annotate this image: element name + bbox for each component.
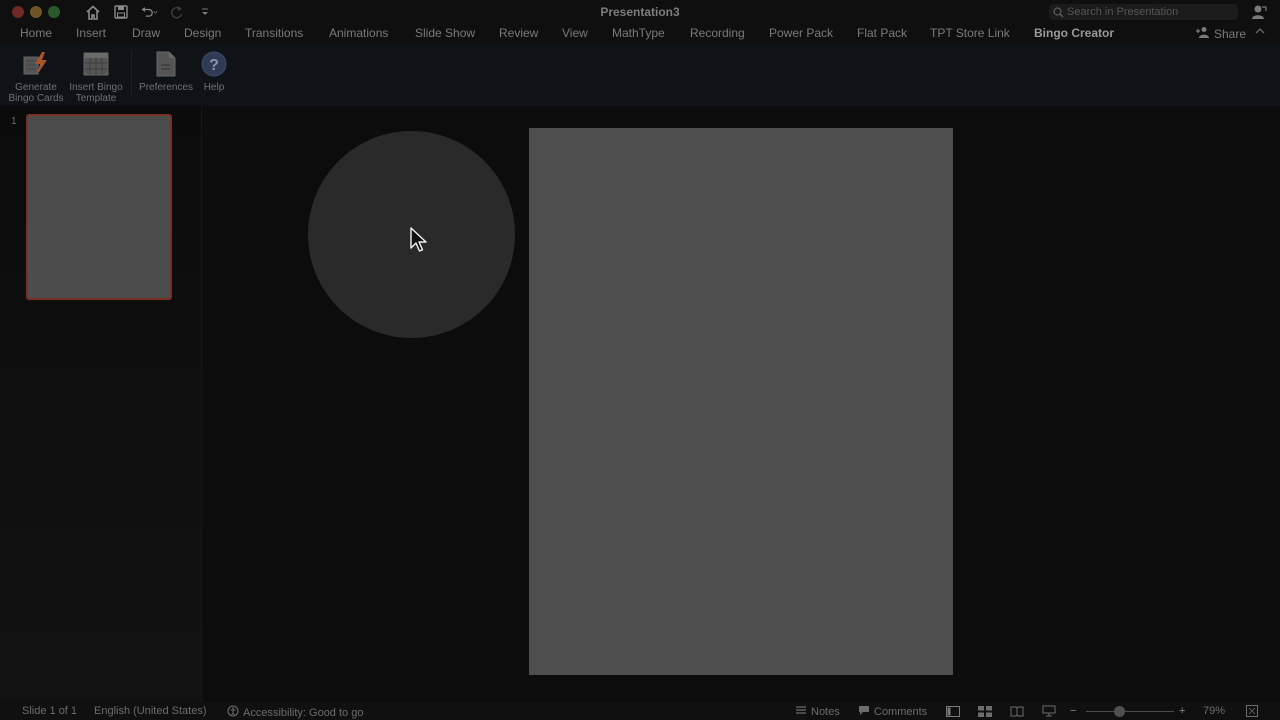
zoom-out-button[interactable]: − [1070, 705, 1076, 717]
tab-home[interactable]: Home [20, 26, 52, 40]
tab-animations[interactable]: Animations [329, 26, 388, 40]
tab-bingo-creator[interactable]: Bingo Creator [1034, 26, 1114, 40]
search-icon [1049, 6, 1067, 18]
notes-label: Notes [811, 705, 840, 718]
share-label: Share [1214, 26, 1247, 41]
tab-flat-pack[interactable]: Flat Pack [857, 26, 907, 40]
tab-design[interactable]: Design [184, 26, 221, 40]
slide-sorter-icon[interactable] [977, 704, 993, 718]
svg-text:?: ? [209, 57, 219, 74]
tab-recording[interactable]: Recording [690, 26, 745, 40]
ribbon-tabs: Home Insert Draw Design Transitions Anim… [0, 24, 1280, 44]
zoom-in-button[interactable]: + [1179, 705, 1185, 717]
comments-label: Comments [874, 706, 928, 718]
reading-view-icon[interactable] [1009, 704, 1025, 718]
ribbon-bingo-creator: Generate Bingo Cards Insert Bingo Templa… [0, 44, 1280, 106]
slide-count: Slide 1 of 1 [22, 705, 78, 717]
document-settings-icon [152, 50, 180, 78]
lightning-cards-icon [22, 50, 50, 78]
help-button[interactable]: ? Help [198, 50, 230, 93]
add-person-icon [1195, 26, 1210, 41]
search-box[interactable] [1049, 4, 1238, 20]
help-icon: ? [200, 50, 228, 78]
preferences-button[interactable]: Preferences [138, 50, 194, 93]
zoom-percent[interactable]: 79% [1203, 705, 1225, 717]
tab-transitions[interactable]: Transitions [245, 26, 303, 40]
generate-bingo-cards-label: Generate Bingo Cards [8, 82, 64, 104]
normal-view-icon[interactable] [945, 704, 961, 718]
tab-view[interactable]: View [562, 26, 588, 40]
tab-mathtype[interactable]: MathType [612, 26, 665, 40]
accessibility-checker[interactable]: Accessibility: Good to go [227, 705, 363, 720]
account-icon[interactable] [1250, 3, 1268, 21]
language-indicator[interactable]: English (United States) [94, 705, 207, 717]
share-button[interactable]: Share [1195, 26, 1246, 41]
powerpoint-window: Presentation3 Home Insert Draw Design Tr… [0, 0, 1280, 720]
slide-show-icon[interactable] [1041, 704, 1057, 718]
insert-bingo-template-label: Insert Bingo Template [69, 82, 123, 104]
accessibility-status: Accessibility: Good to go [243, 706, 364, 719]
insert-bingo-template-button[interactable]: Insert Bingo Template [67, 50, 125, 104]
comments-button[interactable]: Comments [858, 705, 927, 719]
zoom-slider[interactable] [1086, 711, 1174, 712]
slide-canvas[interactable] [529, 128, 953, 675]
tab-power-pack[interactable]: Power Pack [769, 26, 833, 40]
comment-icon [858, 705, 870, 719]
zoom-slider-thumb[interactable] [1114, 706, 1125, 717]
slide-thumbnail-pane: 1 [0, 106, 202, 702]
help-label: Help [203, 82, 225, 93]
tab-slide-show[interactable]: Slide Show [415, 26, 475, 40]
slide-number: 1 [11, 116, 17, 127]
slide-editing-area [203, 106, 1280, 702]
collapse-ribbon-icon[interactable] [1255, 27, 1265, 38]
notes-button[interactable]: Notes [795, 705, 840, 718]
tab-tpt-store-link[interactable]: TPT Store Link [930, 26, 1010, 40]
accessibility-icon [227, 705, 239, 720]
slide-thumbnail-1[interactable] [26, 114, 172, 300]
mouse-pointer-icon [410, 227, 428, 255]
status-bar: Slide 1 of 1 English (United States) Acc… [0, 702, 1280, 720]
title-bar: Presentation3 [0, 0, 1280, 24]
tab-insert[interactable]: Insert [76, 26, 106, 40]
search-input[interactable] [1067, 6, 1232, 18]
notes-icon [795, 705, 807, 718]
tab-review[interactable]: Review [499, 26, 538, 40]
fit-to-window-icon[interactable] [1244, 704, 1260, 718]
grid-template-icon [82, 50, 110, 78]
ribbon-separator [131, 50, 132, 96]
preferences-label: Preferences [139, 82, 193, 93]
generate-bingo-cards-button[interactable]: Generate Bingo Cards [8, 50, 64, 104]
tab-draw[interactable]: Draw [132, 26, 160, 40]
